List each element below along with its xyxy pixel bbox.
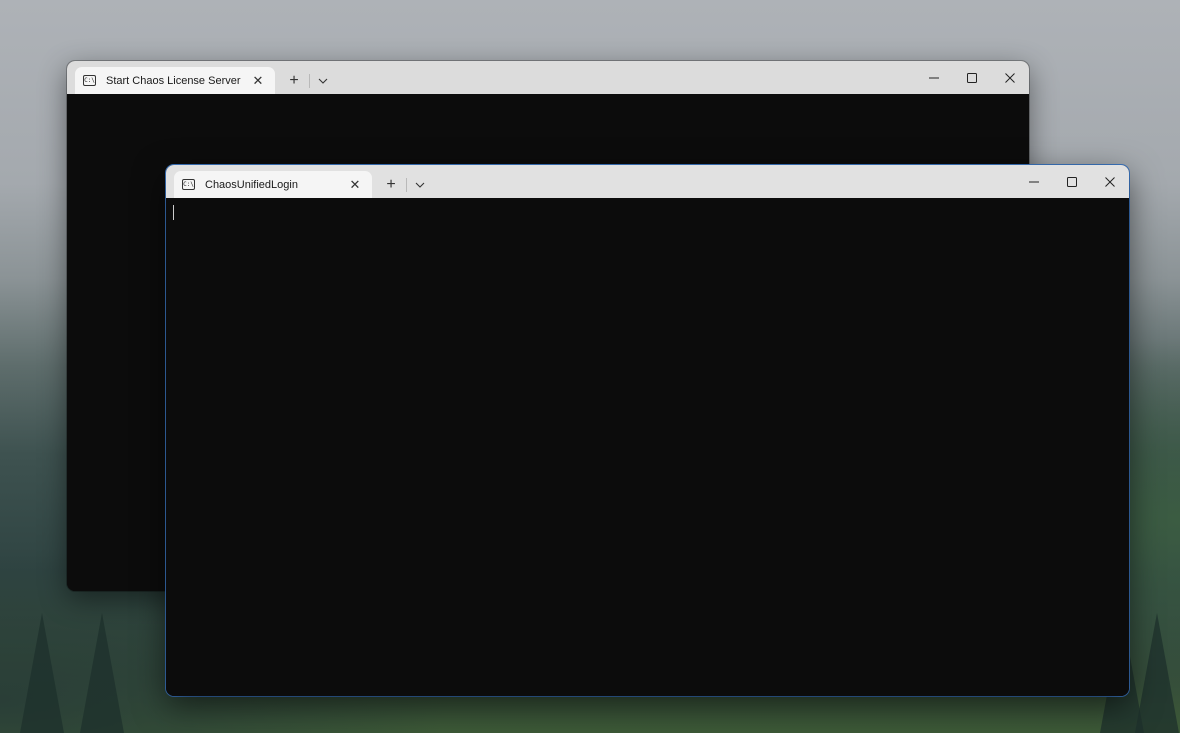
close-window-button[interactable] (991, 61, 1029, 94)
window-controls (1015, 165, 1129, 198)
close-icon (1105, 176, 1115, 187)
background-tree (1135, 613, 1179, 733)
command-prompt-icon: C:\ (182, 179, 195, 190)
close-tab-icon[interactable]: ✕ (346, 176, 364, 194)
minimize-button[interactable] (1015, 165, 1053, 198)
close-window-button[interactable] (1091, 165, 1129, 198)
chevron-down-icon (318, 78, 328, 84)
maximize-button[interactable] (1053, 165, 1091, 198)
maximize-button[interactable] (953, 61, 991, 94)
tab-dropdown-button[interactable] (409, 174, 431, 196)
text-cursor (173, 205, 174, 220)
tab-title: Start Chaos License Server (106, 74, 241, 87)
maximize-icon (1067, 176, 1077, 187)
command-prompt-icon: C:\ (83, 75, 96, 86)
title-bar[interactable]: C:\ ChaosUnifiedLogin ✕ + (166, 165, 1129, 198)
tab-title: ChaosUnifiedLogin (205, 178, 298, 191)
close-tab-icon[interactable]: ✕ (249, 72, 267, 90)
minimize-button[interactable] (915, 61, 953, 94)
tab-dropdown-button[interactable] (312, 70, 334, 92)
divider (406, 177, 407, 192)
window-controls (915, 61, 1029, 94)
close-icon (1005, 72, 1015, 83)
desktop: C:\ Start Chaos License Server ✕ + C:\ C… (0, 0, 1180, 733)
background-tree (80, 613, 124, 733)
minimize-icon (929, 77, 939, 78)
divider (309, 73, 310, 88)
new-tab-button[interactable]: + (378, 174, 404, 196)
background-tree (20, 613, 64, 733)
title-bar[interactable]: C:\ Start Chaos License Server ✕ + (67, 61, 1029, 94)
new-tab-button[interactable]: + (281, 70, 307, 92)
terminal-content[interactable] (166, 198, 1129, 696)
minimize-icon (1029, 181, 1039, 182)
chevron-down-icon (415, 182, 425, 188)
maximize-icon (967, 72, 977, 83)
tab-start-chaos-license-server[interactable]: C:\ Start Chaos License Server ✕ (75, 67, 275, 94)
terminal-window-unified-login[interactable]: C:\ ChaosUnifiedLogin ✕ + (166, 165, 1129, 696)
tab-chaos-unified-login[interactable]: C:\ ChaosUnifiedLogin ✕ (174, 171, 372, 198)
